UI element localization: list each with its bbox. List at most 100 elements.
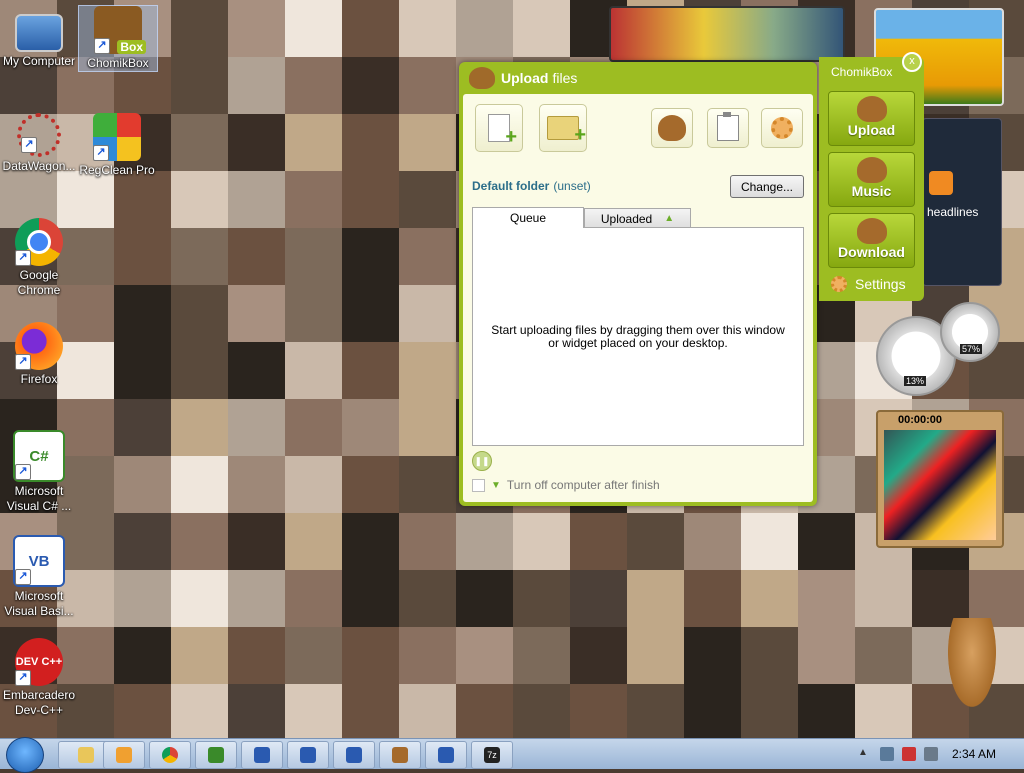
taskbar-chomikbox[interactable] [379, 741, 421, 769]
puzzle-tiles[interactable] [884, 430, 996, 540]
slideshow-gadget[interactable] [609, 6, 845, 62]
clipboard-add-icon [717, 112, 739, 141]
triangle-down-icon: ▼ [491, 479, 501, 491]
feed-headlines-gadget[interactable]: headlines [922, 118, 1002, 286]
visual-basic-icon: VB ↗ [13, 535, 65, 587]
vb-icon [254, 747, 270, 763]
taskbar: 7z ▲ 2:34 AM [0, 737, 1024, 773]
pause-icon: ❚❚ [474, 455, 490, 466]
default-folder-value: (unset) [553, 179, 591, 193]
turn-off-checkbox[interactable] [472, 478, 485, 492]
add-folder-icon: + [547, 116, 586, 145]
taskbar-7zip[interactable]: 7z [471, 741, 513, 769]
shortcut-arrow-icon: ↗ [15, 250, 31, 266]
hamster-download-icon [856, 218, 887, 244]
volume-icon[interactable] [923, 747, 938, 761]
csharp-icon [208, 747, 224, 763]
settings-button[interactable] [761, 108, 803, 148]
window-body: + + Default folder (unset) Change... Queu… [463, 94, 813, 502]
add-folder-button[interactable]: + [539, 104, 587, 152]
turn-off-label: Turn off computer after finish [506, 478, 660, 492]
shortcut-arrow-icon: ↗ [15, 670, 31, 686]
desktop-icon-my-computer[interactable]: My Computer [0, 8, 78, 69]
taskbar-csharp[interactable] [195, 741, 237, 769]
desktop-icon-firefox[interactable]: ↗ Firefox [0, 322, 78, 387]
shortcut-arrow-icon: ↗ [94, 38, 110, 54]
close-icon[interactable]: x [902, 52, 922, 72]
desktop-icon-visual-basic[interactable]: VB ↗ Microsoft Visual Basi... [0, 535, 78, 619]
desktop-icon-google-chrome[interactable]: ↗ Google Chrome [0, 218, 78, 298]
chomikbox-upload-icon [469, 67, 495, 89]
headlines-label: headlines [927, 205, 979, 219]
media-player-icon [116, 747, 132, 763]
explorer-icon [78, 747, 94, 763]
hamster-icon [658, 115, 686, 141]
upload-button[interactable]: Upload [828, 91, 915, 146]
clock[interactable]: 2:34 AM [952, 747, 996, 761]
add-file-icon: + [488, 114, 517, 147]
change-folder-button[interactable]: Change... [730, 175, 804, 198]
music-button[interactable]: Music [828, 152, 915, 207]
computer-icon [15, 14, 63, 52]
download-button[interactable]: Download [828, 213, 915, 268]
default-folder-label: Default folder (unset) [472, 179, 591, 193]
desktop-icon-regclean[interactable]: ↗ RegClean Pro [78, 113, 156, 178]
chomik-button[interactable] [651, 108, 693, 148]
gear-icon [831, 276, 847, 292]
network-icon[interactable] [879, 747, 894, 761]
hamster-mascot[interactable] [944, 618, 1000, 716]
action-center-icon[interactable] [901, 747, 916, 761]
clipboard-add-button[interactable] [707, 108, 749, 148]
turn-off-option[interactable]: ▼ Turn off computer after finish [472, 478, 660, 492]
title-bold: Upload [501, 70, 549, 86]
triangle-up-icon: ▲ [664, 213, 675, 224]
taskbar-media-player[interactable] [103, 741, 145, 769]
shortcut-arrow-icon: ↗ [21, 137, 37, 153]
7zip-icon: 7z [484, 747, 500, 763]
tab-uploaded[interactable]: Uploaded ▲ [584, 208, 691, 228]
chomikbox-icon [392, 747, 408, 763]
vb-icon [438, 747, 454, 763]
desktop-icon-chomikbox[interactable]: Box ↗ ChomikBox [78, 5, 158, 72]
desktop-icon-devcpp[interactable]: DEV C++ ↗ Embarcadero Dev-C++ [0, 638, 78, 718]
chomikbox-icon: Box ↗ [94, 6, 146, 54]
show-hidden-icons-icon[interactable]: ▲ [858, 747, 872, 761]
upload-files-window[interactable]: Upload files + + Default folder (unset) C… [459, 62, 817, 506]
chomikbox-side-panel[interactable]: ChomikBox x Upload Music Download Settin… [819, 52, 924, 301]
window-titlebar[interactable]: Upload files [459, 62, 817, 94]
datawagon-icon: ↗ [17, 113, 61, 157]
taskbar-vb-1[interactable] [241, 741, 283, 769]
settings-button[interactable]: Settings [831, 276, 906, 292]
puzzle-timer: 00:00:00 [898, 414, 943, 426]
taskbar-vb-3[interactable] [333, 741, 375, 769]
system-tray: ▲ 2:34 AM [854, 739, 1024, 769]
memory-meter-gadget: 57% [940, 302, 1000, 362]
gear-icon [771, 117, 793, 139]
chrome-icon [162, 747, 178, 763]
tab-queue[interactable]: Queue [472, 207, 584, 228]
upload-queue-list[interactable]: Start uploading files by dragging them o… [472, 227, 804, 446]
vb-icon [300, 747, 316, 763]
empty-queue-message: Start uploading files by dragging them o… [491, 323, 785, 350]
taskbar-vb-4[interactable] [425, 741, 467, 769]
regclean-icon: ↗ [93, 113, 141, 161]
picture-puzzle-gadget[interactable]: 00:00:00 [876, 410, 1004, 548]
memory-percent: 57% [960, 344, 983, 354]
chrome-icon: ↗ [15, 218, 63, 266]
taskbar-chrome[interactable] [149, 741, 191, 769]
panel-title: ChomikBox [831, 65, 893, 79]
shortcut-arrow-icon: ↗ [15, 354, 31, 370]
shortcut-arrow-icon: ↗ [15, 464, 31, 480]
desktop-icon-datawagon[interactable]: ↗ DataWagon... [0, 113, 78, 174]
rss-icon [929, 171, 953, 195]
taskbar-vb-2[interactable] [287, 741, 329, 769]
hamster-upload-icon [856, 96, 887, 122]
pause-button[interactable]: ❚❚ [472, 451, 492, 471]
vb-icon [346, 747, 362, 763]
firefox-icon: ↗ [15, 322, 63, 370]
title-rest: files [552, 70, 578, 86]
visual-csharp-icon: C# ↗ [13, 430, 65, 482]
shortcut-arrow-icon: ↗ [93, 145, 109, 161]
desktop-icon-visual-csharp[interactable]: C# ↗ Microsoft Visual C# ... [0, 430, 78, 514]
add-file-button[interactable]: + [475, 104, 523, 152]
